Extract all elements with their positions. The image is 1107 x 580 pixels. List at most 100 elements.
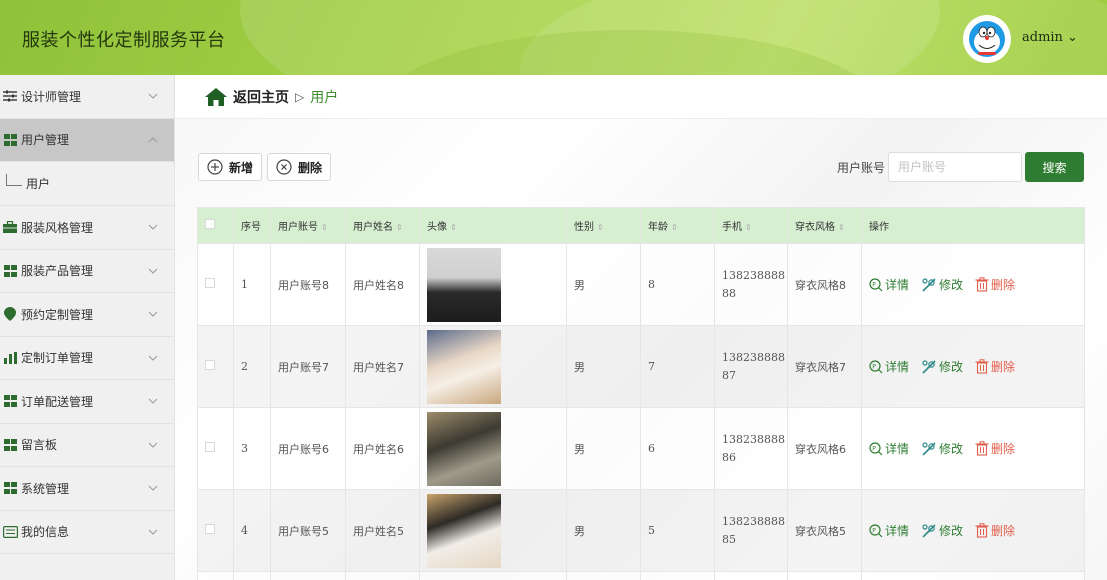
breadcrumb-separator: ▷ <box>295 89 305 104</box>
add-button[interactable]: 新增 <box>198 153 263 181</box>
sidebar-item-label: 定制订单管理 <box>21 351 94 366</box>
edit-link[interactable]: 修改 <box>921 358 963 375</box>
row-select-cell[interactable] <box>197 407 234 490</box>
select-all-checkbox[interactable] <box>205 219 215 229</box>
sidebar-item-label: 用户管理 <box>21 133 70 148</box>
breadcrumb-home[interactable]: 返回主页 <box>233 87 289 107</box>
table-cell <box>233 571 271 580</box>
chevron-down-icon <box>148 355 158 361</box>
sidebar-item-designer[interactable]: 设计师管理 <box>0 75 174 119</box>
cell-account: 用户账号8 <box>270 243 346 326</box>
chevron-up-icon <box>148 136 158 142</box>
sidebar-item-label: 预约定制管理 <box>21 307 94 322</box>
cell-phone: 138238888 86 <box>714 407 788 490</box>
sidebar-item-delivery[interactable]: 订单配送管理 <box>0 380 174 424</box>
delete-link[interactable]: 删除 <box>975 358 1015 375</box>
edit-link[interactable]: 修改 <box>921 440 963 457</box>
chevron-down-icon <box>148 485 158 491</box>
trash-icon <box>975 523 989 538</box>
wrench-icon <box>922 359 936 374</box>
sort-icon[interactable]: ⇕ <box>321 223 328 232</box>
sort-icon[interactable]: ⇕ <box>597 223 604 232</box>
cell-name: 用户姓名5 <box>345 489 420 572</box>
cell-age: 5 <box>640 489 715 572</box>
delete-link[interactable]: 删除 <box>975 440 1015 457</box>
sidebar-item-order[interactable]: 定制订单管理 <box>0 337 174 380</box>
detail-icon: P <box>869 441 883 455</box>
table-cell <box>419 571 567 580</box>
sidebar-item-profile[interactable]: 我的信息 <box>0 511 174 554</box>
search-button[interactable]: 搜索 <box>1025 152 1084 182</box>
sidebar-item-users[interactable]: 用户管理 <box>0 118 174 162</box>
breadcrumb-current: 用户 <box>310 89 339 106</box>
sort-icon[interactable]: ⇕ <box>838 223 845 232</box>
svg-text:P: P <box>872 527 876 534</box>
sort-icon[interactable]: ⇕ <box>396 223 403 232</box>
sidebar-item-style[interactable]: 服装风格管理 <box>0 206 174 250</box>
cell-ops: P 详情 修改 删除 <box>861 243 1085 326</box>
chevron-down-icon <box>148 442 158 448</box>
cell-name: 用户姓名8 <box>345 243 420 326</box>
cell-phone: 138238888 87 <box>714 325 788 408</box>
delete-button[interactable]: 删除 <box>267 153 332 181</box>
table-row: 4 用户账号5 用户姓名5 男 5 138238888 85 穿衣风格5 P 详情… <box>197 489 1085 572</box>
sidebar-item-label: 设计师管理 <box>21 89 82 104</box>
row-checkbox[interactable] <box>205 524 215 534</box>
row-checkbox[interactable] <box>205 360 215 370</box>
delete-link[interactable]: 删除 <box>975 522 1015 539</box>
table-row: 2 用户账号7 用户姓名7 男 7 138238888 87 穿衣风格7 P 详情… <box>197 325 1085 408</box>
sidebar-item-label: 订单配送管理 <box>21 394 94 409</box>
sidebar-item-label: 我的信息 <box>21 525 70 540</box>
grid-icon <box>2 481 18 495</box>
detail-link[interactable]: P 详情 <box>869 276 909 293</box>
trash-icon <box>975 359 989 374</box>
detail-icon: P <box>869 277 883 291</box>
col-header[interactable]: 用户账号 ⇕ <box>270 207 346 244</box>
search-label: 用户账号 <box>837 161 886 175</box>
delete-link[interactable]: 删除 <box>975 276 1015 293</box>
wrench-icon <box>922 277 936 292</box>
grid-icon <box>2 133 18 147</box>
cell-no: 4 <box>233 489 271 572</box>
row-select-cell[interactable] <box>197 489 234 572</box>
grid-icon <box>2 264 18 278</box>
table-cell <box>861 571 1085 580</box>
cell-gender: 男 <box>566 407 641 490</box>
location-icon <box>2 307 18 322</box>
top-header: 服装个性化定制服务平台 admin ⌄ <box>0 0 1107 75</box>
row-select-cell[interactable] <box>197 243 234 326</box>
col-header[interactable]: 用户姓名 ⇕ <box>345 207 420 244</box>
search-input[interactable] <box>888 152 1022 182</box>
sidebar-item-label: 留言板 <box>21 438 58 453</box>
detail-link[interactable]: P 详情 <box>869 440 909 457</box>
sidebar-subitem-user[interactable]: 用户 <box>0 162 174 206</box>
detail-link[interactable]: P 详情 <box>869 358 909 375</box>
col-header[interactable]: 年龄 ⇕ <box>640 207 715 244</box>
cell-phone: 138238888 88 <box>714 243 788 326</box>
user-menu[interactable]: admin ⌄ <box>1022 30 1078 45</box>
row-checkbox[interactable] <box>205 442 215 452</box>
cell-ops: P 详情 修改 删除 <box>861 407 1085 490</box>
home-icon[interactable] <box>205 87 227 106</box>
sort-icon[interactable]: ⇕ <box>450 223 457 232</box>
detail-link[interactable]: P 详情 <box>869 522 909 539</box>
select-all-cell[interactable] <box>197 207 234 244</box>
row-checkbox[interactable] <box>205 278 215 288</box>
sidebar-item-product[interactable]: 服装产品管理 <box>0 250 174 293</box>
sort-icon[interactable]: ⇕ <box>671 223 678 232</box>
chevron-down-icon <box>148 398 158 404</box>
sort-icon[interactable]: ⇕ <box>745 223 752 232</box>
cell-gender: 男 <box>566 243 641 326</box>
edit-link[interactable]: 修改 <box>921 522 963 539</box>
user-avatar[interactable] <box>963 15 1011 63</box>
sidebar-item-appointment[interactable]: 预约定制管理 <box>0 293 174 337</box>
col-header[interactable]: 头像 ⇕ <box>419 207 567 244</box>
row-select-cell[interactable] <box>197 325 234 408</box>
col-header[interactable]: 性别 ⇕ <box>566 207 641 244</box>
edit-link[interactable]: 修改 <box>921 276 963 293</box>
col-header[interactable]: 穿衣风格 ⇕ <box>787 207 862 244</box>
sidebar-item-system[interactable]: 系统管理 <box>0 467 174 511</box>
col-header[interactable]: 手机 ⇕ <box>714 207 788 244</box>
grid-icon <box>2 438 18 452</box>
sidebar-item-messages[interactable]: 留言板 <box>0 424 174 467</box>
